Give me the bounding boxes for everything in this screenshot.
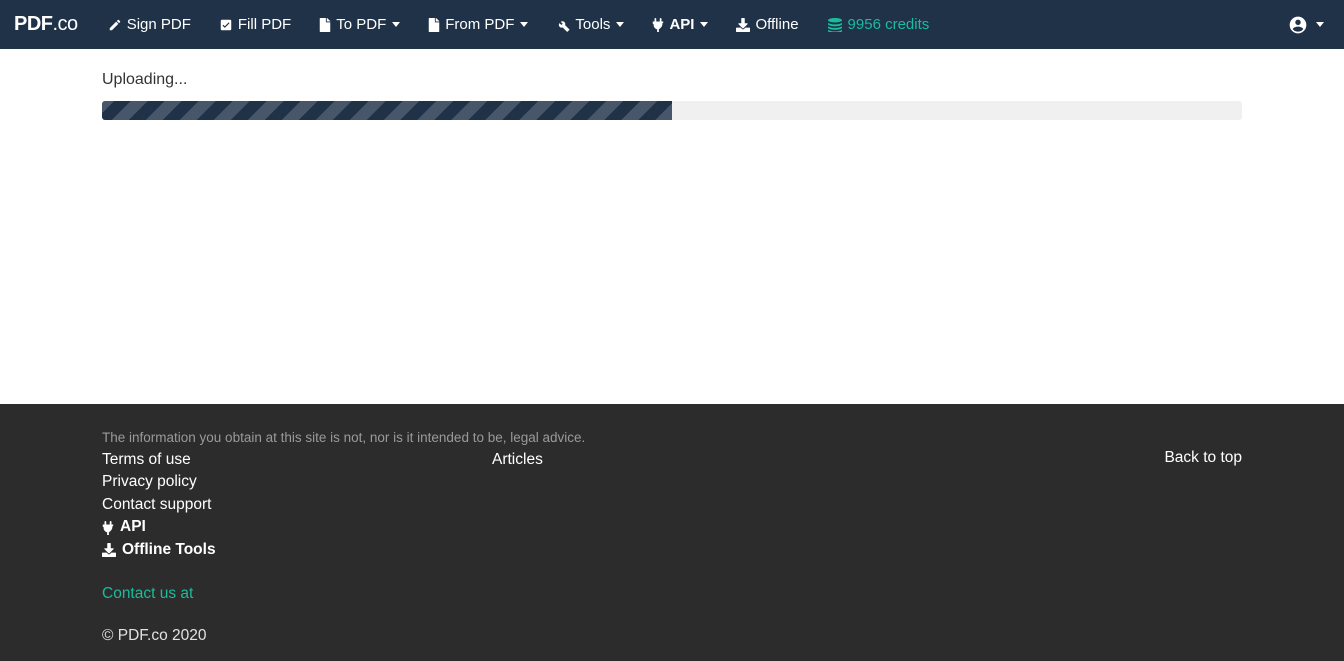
brand-thin: .co [53,13,78,35]
user-menu[interactable] [1282,15,1330,35]
back-to-top[interactable]: Back to top [1164,449,1242,467]
file-icon [428,18,440,32]
plug-icon [102,521,114,535]
chevron-down-icon [700,22,708,27]
nav-fill-pdf[interactable]: Fill PDF [205,0,305,49]
nav-api[interactable]: API [638,0,722,49]
plug-icon [652,18,664,32]
footer-contact[interactable]: Contact us at [102,585,1242,603]
chevron-down-icon [392,22,400,27]
file-icon [319,18,331,32]
nav-offline[interactable]: Offline [722,0,812,49]
footer-privacy[interactable]: Privacy policy [102,471,492,493]
nav-tools[interactable]: Tools [542,0,638,49]
progress-fill [102,101,672,120]
nav-fill-label: Fill PDF [238,16,291,33]
nav-offline-label: Offline [755,16,798,33]
nav-from-pdf[interactable]: From PDF [414,0,542,49]
nav-sign-pdf[interactable]: Sign PDF [94,0,205,49]
nav-credits-label: 9956 credits [848,16,930,33]
chevron-down-icon [1316,22,1324,27]
nav-api-label: API [669,16,694,33]
user-circle-icon [1288,15,1308,35]
footer-support[interactable]: Contact support [102,494,492,516]
footer-api-label: API [120,516,146,538]
check-square-icon [219,18,233,32]
nav-to-pdf[interactable]: To PDF [305,0,414,49]
nav-frompdf-label: From PDF [445,16,514,33]
download-icon [736,18,750,32]
nav-tools-label: Tools [575,16,610,33]
nav-credits[interactable]: 9956 credits [813,0,944,49]
brand-bold: PDF [14,13,53,35]
footer-disclaimer: The information you obtain at this site … [102,430,1242,445]
footer-articles[interactable]: Articles [492,449,882,471]
upload-status: Uploading... [102,71,1242,89]
pencil-icon [108,18,122,32]
footer-offline[interactable]: Offline Tools [102,539,492,561]
wrench-icon [556,18,570,32]
progress-bar [102,101,1242,120]
chevron-down-icon [616,22,624,27]
nav-sign-label: Sign PDF [127,16,191,33]
nav-topdf-label: To PDF [336,16,386,33]
coins-icon [827,18,843,32]
main-content: Uploading... [102,49,1242,404]
footer: The information you obtain at this site … [0,404,1344,661]
brand-logo[interactable]: PDF.co [14,13,78,36]
footer-copyright: © PDF.co 2020 [102,627,1242,645]
footer-terms[interactable]: Terms of use [102,449,492,471]
footer-offline-label: Offline Tools [122,539,216,561]
footer-api[interactable]: API [102,516,492,538]
nav-items: Sign PDF Fill PDF To PDF From PDF [94,0,944,49]
download-icon [102,543,116,557]
navbar: PDF.co Sign PDF Fill PDF To PDF From [0,0,1344,49]
chevron-down-icon [520,22,528,27]
